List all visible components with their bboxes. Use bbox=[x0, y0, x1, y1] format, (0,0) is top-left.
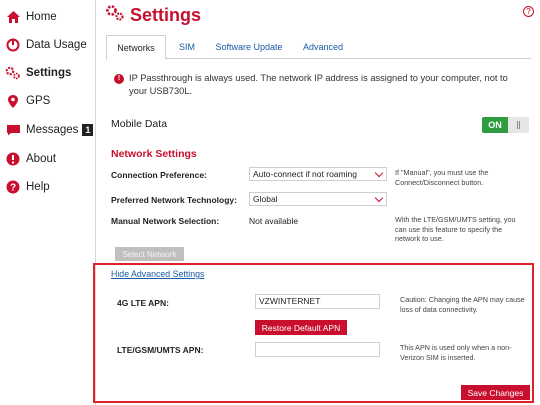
message-icon bbox=[0, 124, 26, 136]
tab-networks[interactable]: Networks bbox=[106, 35, 166, 60]
manual-selection-label: Manual Network Selection: bbox=[111, 216, 220, 226]
page-header: Settings bbox=[105, 4, 201, 27]
preferred-technology-select[interactable]: Global bbox=[249, 192, 387, 206]
help-icon: ? bbox=[0, 180, 26, 194]
hide-advanced-settings-link[interactable]: Hide Advanced Settings bbox=[111, 269, 204, 279]
gsm-apn-label: LTE/GSM/UMTS APN: bbox=[117, 345, 204, 355]
help-question-icon[interactable]: ? bbox=[523, 6, 534, 17]
info-icon bbox=[0, 152, 26, 166]
sidebar: Home Data Usage Settings GPS Messages 1 … bbox=[0, 0, 96, 405]
alert-icon: ! bbox=[114, 74, 124, 84]
restore-default-apn-button[interactable]: Restore Default APN bbox=[255, 320, 347, 335]
toggle-knob bbox=[508, 117, 529, 133]
network-settings-title: Network Settings bbox=[111, 148, 197, 160]
sidebar-item-label: Help bbox=[26, 181, 50, 193]
connection-preference-select[interactable]: Auto-connect if not roaming bbox=[249, 167, 387, 181]
preferred-technology-value: Global bbox=[253, 194, 278, 204]
sidebar-item-settings[interactable]: Settings bbox=[0, 60, 96, 86]
sidebar-item-label: GPS bbox=[26, 95, 51, 107]
toggle-on-label: ON bbox=[482, 117, 508, 133]
manual-selection-value: Not available bbox=[249, 216, 299, 226]
settings-gear-icon bbox=[105, 4, 125, 27]
sidebar-item-home[interactable]: Home bbox=[0, 4, 96, 30]
home-icon bbox=[0, 10, 26, 24]
connection-preference-value: Auto-connect if not roaming bbox=[253, 169, 357, 179]
chevron-down-icon bbox=[374, 193, 384, 203]
location-pin-icon bbox=[0, 94, 26, 109]
svg-text:?: ? bbox=[10, 183, 16, 194]
sidebar-item-label: About bbox=[26, 153, 57, 165]
mobile-data-label: Mobile Data bbox=[111, 118, 168, 130]
settings-tabs: Networks SIM Software Update Advanced bbox=[106, 35, 531, 60]
gsm-apn-hint: This APN is used only when a non-Verizon… bbox=[400, 343, 512, 362]
lte-apn-input[interactable]: VZWINTERNET bbox=[255, 294, 380, 309]
sidebar-item-label: Messages bbox=[26, 124, 79, 136]
data-usage-icon bbox=[0, 38, 26, 52]
tab-software-update[interactable]: Software Update bbox=[210, 35, 288, 59]
lte-apn-label: 4G LTE APN: bbox=[117, 298, 169, 308]
connection-preference-label: Connection Preference: bbox=[111, 170, 207, 180]
connection-preference-hint: If "Manual", you must use the Connect/Di… bbox=[395, 168, 489, 187]
sidebar-item-gps[interactable]: GPS bbox=[0, 88, 96, 114]
gsm-apn-input[interactable] bbox=[255, 342, 380, 357]
sidebar-item-data-usage[interactable]: Data Usage bbox=[0, 32, 96, 58]
mobile-data-toggle[interactable]: ON bbox=[482, 117, 529, 133]
sidebar-item-about[interactable]: About bbox=[0, 146, 96, 172]
sidebar-item-help[interactable]: ? Help bbox=[0, 174, 96, 200]
ip-passthrough-notice: ! IP Passthrough is always used. The net… bbox=[114, 72, 524, 98]
tab-sim[interactable]: SIM bbox=[172, 35, 202, 59]
notice-text: IP Passthrough is always used. The netwo… bbox=[129, 73, 508, 96]
sidebar-item-messages[interactable]: Messages 1 bbox=[0, 117, 96, 143]
sidebar-item-label: Settings bbox=[26, 67, 72, 79]
select-network-button[interactable]: Select Network bbox=[115, 247, 184, 261]
manual-selection-hint: With the LTE/GSM/UMTS setting, you can u… bbox=[395, 215, 516, 243]
sidebar-item-label: Data Usage bbox=[26, 39, 87, 51]
preferred-technology-label: Preferred Network Technology: bbox=[111, 195, 237, 205]
save-changes-button[interactable]: Save Changes bbox=[461, 385, 530, 400]
lte-apn-hint: Caution: Changing the APN may cause loss… bbox=[400, 295, 525, 314]
settings-icon bbox=[0, 66, 26, 80]
sidebar-item-label: Home bbox=[26, 11, 57, 23]
page-title: Settings bbox=[130, 5, 202, 25]
tab-advanced[interactable]: Advanced bbox=[298, 35, 348, 59]
messages-count-badge: 1 bbox=[82, 124, 94, 136]
chevron-down-icon bbox=[374, 168, 384, 178]
